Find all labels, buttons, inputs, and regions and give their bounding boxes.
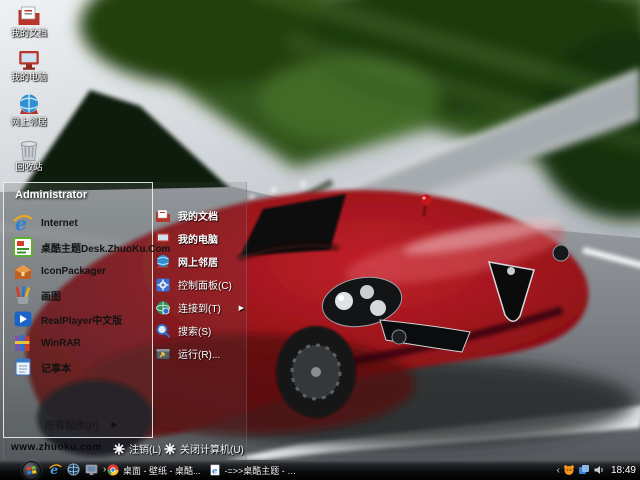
start-menu-item-internet[interactable]: e Internet <box>4 211 152 235</box>
start-menu-item-my-documents[interactable]: 我的文档 <box>155 204 247 227</box>
zhuoku-watermark: www.zhuoku.com <box>11 442 102 453</box>
turn-off-computer-button[interactable]: 关闭计算机(U) <box>164 441 244 456</box>
desktop-icon-recycle-bin[interactable]: 回收站 <box>2 138 56 173</box>
desktop-icon-label: 回收站 <box>15 163 42 173</box>
log-off-star-icon <box>113 443 125 455</box>
paint-icon <box>13 285 33 305</box>
windows-flag-icon <box>26 465 37 476</box>
start-menu-item-my-computer[interactable]: 我的电脑 <box>155 227 247 250</box>
taskbar-button-label: -=>>桌酷主题 - Mi... <box>225 464 303 477</box>
windows-update-tray-icon[interactable] <box>578 464 590 476</box>
quick-launch-bar: e › <box>49 463 106 476</box>
my-documents-icon <box>17 4 41 28</box>
search-icon <box>155 323 171 339</box>
all-programs-label: 所有程序(P) <box>45 417 98 432</box>
internet-explorer-icon: e <box>13 213 33 233</box>
start-menu-item-label: 网上邻居 <box>178 254 218 269</box>
taskbar-button-zhuoku-theme[interactable]: e -=>>桌酷主题 - Mi... <box>205 460 307 480</box>
start-menu-item-label: IconPackager <box>41 266 106 277</box>
start-menu-item-label: RealPlayer中文版 <box>41 312 122 327</box>
all-programs-arrow-icon: ▶ <box>111 420 117 429</box>
taskbar-button-label: 桌面 - 壁纸 - 桌酷... <box>123 464 201 477</box>
recycle-bin-icon <box>17 138 41 162</box>
pet-app-tray-icon[interactable] <box>563 464 575 476</box>
start-menu-item-label: 连接到(T) <box>178 300 221 315</box>
log-off-label: 注销(L) <box>129 441 161 456</box>
taskbar-button-wallpaper-page[interactable]: 桌面 - 壁纸 - 桌酷... <box>103 460 205 480</box>
start-menu-footer: www.zhuoku.com 注销(L) 关闭计算机(U) <box>3 438 247 460</box>
start-menu-item-label: 我的文档 <box>178 208 218 223</box>
start-menu-item-paint[interactable]: 画图 <box>4 283 152 307</box>
start-menu-item-label: 我的电脑 <box>178 231 218 246</box>
my-computer-icon <box>155 231 171 247</box>
desktop-icon-label: 网上邻居 <box>11 118 47 128</box>
taskbar: e › 桌面 - 壁纸 - 桌酷... e -=>>桌酷主题 - Mi... ‹… <box>0 460 640 480</box>
turn-off-star-icon <box>164 443 176 455</box>
start-menu-item-label: 搜索(S) <box>178 323 211 338</box>
realplayer-icon <box>13 309 33 329</box>
log-off-button[interactable]: 注销(L) <box>113 441 161 456</box>
desktop-icon-my-documents[interactable]: 我的文档 <box>2 4 56 39</box>
my-documents-icon <box>155 208 171 224</box>
start-menu-item-label: 运行(R)... <box>178 346 220 361</box>
start-menu-item-search[interactable]: 搜索(S) <box>155 319 247 342</box>
start-menu-item-realplayer[interactable]: RealPlayer中文版 <box>4 307 152 331</box>
desktop-icon-my-computer[interactable]: 我的电脑 <box>2 48 56 83</box>
start-menu-item-label: 控制面板(C) <box>178 277 232 292</box>
start-menu-item-connect-to[interactable]: 连接到(T) ▶ <box>155 296 247 319</box>
svg-text:e: e <box>212 466 218 476</box>
desktop-screen: 我的文档 我的电脑 网上邻居 回收站 Administrator e Inter… <box>0 0 640 480</box>
start-menu-item-notepad[interactable]: 记事本 <box>4 355 152 379</box>
winrar-icon <box>13 333 33 353</box>
tray-collapse-chevron[interactable]: ‹ <box>557 465 560 476</box>
start-menu-item-label: 桌酷主题Desk.ZhuoKu.Com <box>41 240 170 255</box>
volume-tray-icon[interactable] <box>593 464 605 476</box>
start-menu-item-label: WinRAR <box>41 338 81 349</box>
start-menu-item-run[interactable]: 运行(R)... <box>155 342 247 365</box>
run-icon <box>155 346 171 362</box>
start-menu-item-iconpackager[interactable]: IconPackager <box>4 259 152 283</box>
globe-quick-launch-icon[interactable] <box>67 463 80 476</box>
network-places-icon <box>155 254 171 270</box>
start-menu-username: Administrator <box>15 189 87 201</box>
start-menu-item-label: 记事本 <box>41 360 71 375</box>
taskbar-buttons: 桌面 - 壁纸 - 桌酷... e -=>>桌酷主题 - Mi... <box>103 460 307 480</box>
turn-off-label: 关闭计算机(U) <box>180 441 244 456</box>
system-tray: ‹ 18:49 <box>557 460 636 480</box>
browser-task-icon <box>107 464 119 476</box>
desktop-icon-label: 我的电脑 <box>11 73 47 83</box>
connect-to-icon <box>155 300 171 316</box>
start-menu-item-control-panel[interactable]: 控制面板(C) <box>155 273 247 296</box>
ie-quick-launch-icon[interactable]: e <box>49 463 62 476</box>
start-menu-item-label: 画图 <box>41 288 61 303</box>
start-button[interactable] <box>22 461 41 480</box>
desktop-icon-network-places[interactable]: 网上邻居 <box>2 93 56 128</box>
start-menu-item-network-places[interactable]: 网上邻居 <box>155 250 247 273</box>
ie-document-task-icon: e <box>209 464 221 476</box>
my-computer-icon <box>17 48 41 72</box>
start-menu-item-winrar[interactable]: WinRAR <box>4 331 152 355</box>
control-panel-icon <box>155 277 171 293</box>
start-menu: Administrator e Internet 桌酷主题Desk.ZhuoKu… <box>3 182 247 460</box>
taskbar-clock[interactable]: 18:49 <box>611 465 636 476</box>
show-desktop-icon[interactable] <box>85 463 98 476</box>
desktop-icon-label: 我的文档 <box>11 29 47 39</box>
submenu-arrow-icon: ▶ <box>239 304 244 312</box>
start-menu-right-panel: 我的文档 我的电脑 网上邻居 控制面板(C) 连接到(T) ▶ 搜索(S) <box>155 204 247 365</box>
network-places-icon <box>17 93 41 117</box>
notepad-icon <box>13 357 33 377</box>
start-menu-left-panel: Administrator e Internet 桌酷主题Desk.ZhuoKu… <box>3 182 153 438</box>
all-programs-button[interactable]: 所有程序(P) ▶ <box>4 413 152 435</box>
start-menu-item-label: Internet <box>41 218 78 229</box>
start-menu-item-zhuoku-theme[interactable]: 桌酷主题Desk.ZhuoKu.Com <box>4 235 152 259</box>
zhuoku-theme-icon <box>13 237 33 257</box>
iconpackager-icon <box>13 261 33 281</box>
